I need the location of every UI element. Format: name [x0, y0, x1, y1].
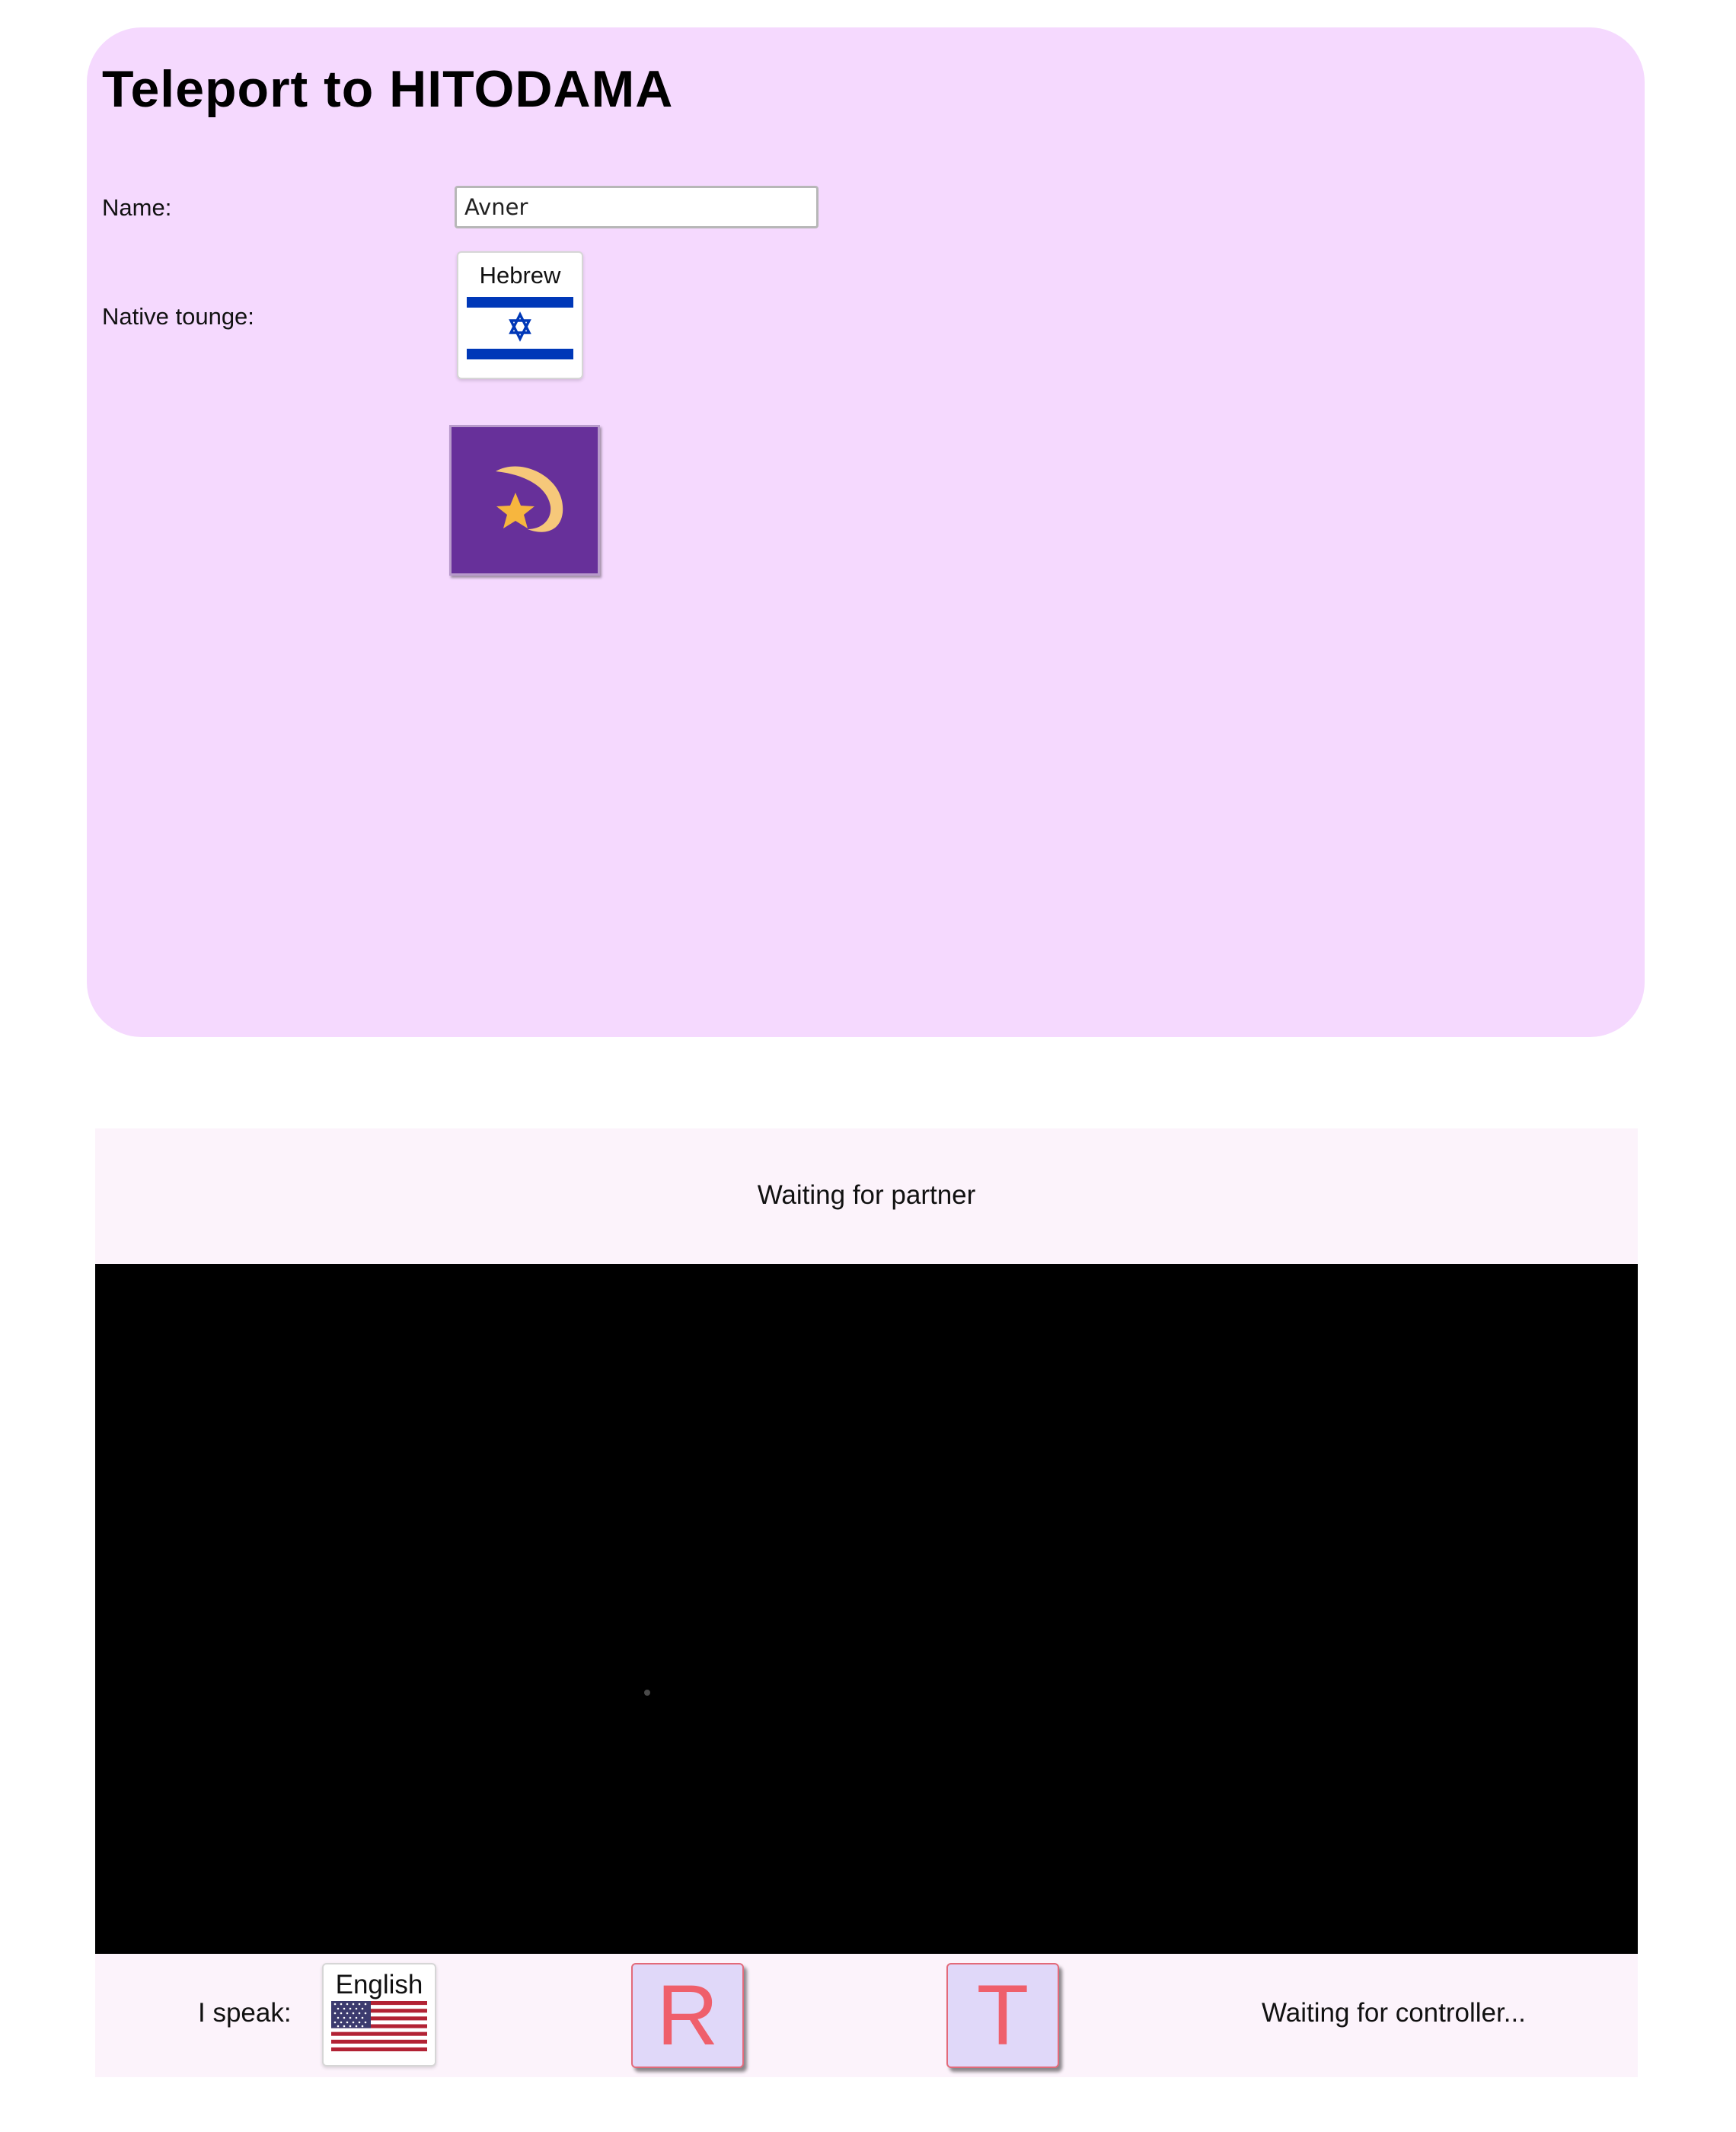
native-tongue-language: Hebrew [479, 262, 561, 289]
video-indicator-dot [644, 1690, 650, 1696]
partner-status-bar: Waiting for partner [95, 1128, 1638, 1264]
speak-label: I speak: [198, 1998, 292, 2028]
native-tongue-label: Native tounge: [102, 303, 254, 330]
name-label: Name: [102, 194, 172, 221]
speak-language-name: English [335, 1970, 423, 2000]
r-button[interactable]: R [631, 1963, 744, 2068]
israel-flag-icon [467, 295, 573, 361]
controls-bar: I speak: English R T Waiting for control [95, 1954, 1638, 2077]
teleport-panel [87, 27, 1645, 1037]
name-input[interactable] [455, 186, 819, 228]
speak-language-selector[interactable]: English [322, 1963, 436, 2067]
page-title: Teleport to HITODAMA [102, 60, 674, 118]
partner-status-text: Waiting for partner [757, 1180, 976, 1210]
shooting-star-icon [496, 466, 563, 532]
controller-status-text: Waiting for controller... [1262, 1998, 1526, 2028]
shooting-star-logo-button[interactable] [449, 425, 600, 576]
t-button[interactable]: T [946, 1963, 1059, 2068]
video-feed [95, 1264, 1638, 1954]
native-tongue-selector[interactable]: Hebrew [457, 251, 583, 379]
us-flag-icon [331, 2001, 427, 2051]
